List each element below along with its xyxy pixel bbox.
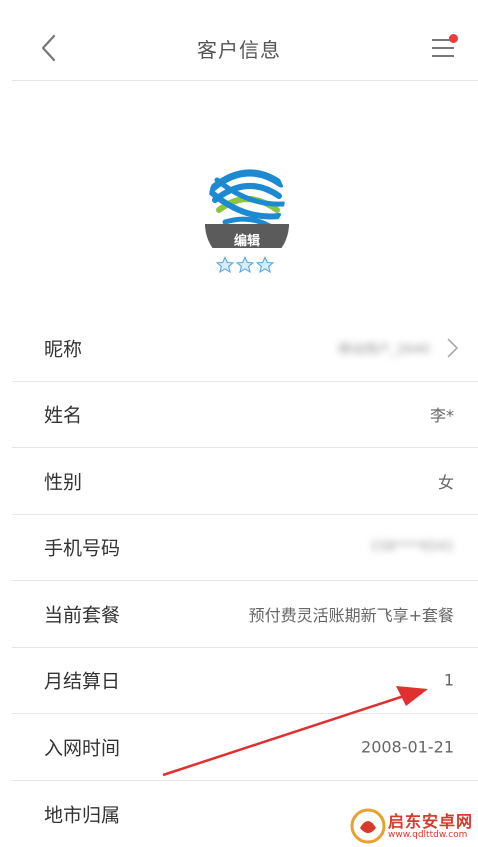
top-bar: 客户信息 bbox=[0, 0, 478, 82]
customer-info-list: 昵称 移动用户_2640 姓名 李* 性别 女手机号码 158****6541 当前套餐 预付费… bbox=[12, 315, 478, 847]
site-watermark: 启东安卓网 www.qdlttdw.com bbox=[346, 806, 478, 847]
info-row-phone-number: 手机号码 158****6541 bbox=[12, 515, 478, 581]
star-rating bbox=[216, 256, 276, 276]
avatar[interactable]: 编辑 bbox=[203, 158, 291, 249]
chevron-right-icon bbox=[447, 338, 459, 358]
edit-avatar-label[interactable]: 编辑 bbox=[203, 230, 291, 249]
row-label: 当前套餐 bbox=[44, 604, 121, 627]
row-value: 李* bbox=[429, 406, 454, 426]
row-label: 手机号码 bbox=[44, 537, 121, 560]
notification-dot bbox=[449, 34, 458, 43]
info-row-nickname[interactable]: 昵称 移动用户_2640 bbox=[12, 315, 478, 382]
info-row-name: 姓名 李* bbox=[12, 382, 478, 448]
page-title: 客户信息 bbox=[197, 38, 281, 62]
info-row-gender: 性别 女 bbox=[12, 448, 478, 515]
divider bbox=[12, 80, 478, 81]
row-value: 女 bbox=[437, 472, 454, 492]
watermark-url: www.qdlttdw.com bbox=[388, 830, 468, 840]
star-icon bbox=[216, 256, 234, 274]
star-icon bbox=[256, 256, 274, 274]
row-value: 2008-01-21 bbox=[361, 737, 454, 757]
info-row-billing-day: 月结算日 1 bbox=[12, 648, 478, 714]
row-value: 1 bbox=[443, 670, 454, 690]
watermark-title: 启东安卓网 bbox=[388, 812, 474, 831]
row-label: 入网时间 bbox=[44, 737, 121, 760]
info-row-current-plan: 当前套餐 预付费灵活账期新飞享+套餐 bbox=[12, 581, 478, 648]
row-label: 姓名 bbox=[44, 404, 83, 427]
star-icon bbox=[236, 256, 254, 274]
info-row-join-date: 入网时间 2008-01-21 bbox=[12, 714, 478, 781]
watermark-logo-icon bbox=[350, 808, 386, 844]
row-label: 昵称 bbox=[44, 338, 83, 361]
row-value: 158****6541 bbox=[370, 539, 454, 555]
row-value: 移动用户_2640 bbox=[338, 342, 430, 358]
row-label: 地市归属 bbox=[44, 804, 121, 827]
row-value: 预付费灵活账期新飞享+套餐 bbox=[248, 605, 454, 625]
row-label: 性别 bbox=[44, 471, 83, 494]
row-label: 月结算日 bbox=[44, 670, 121, 693]
